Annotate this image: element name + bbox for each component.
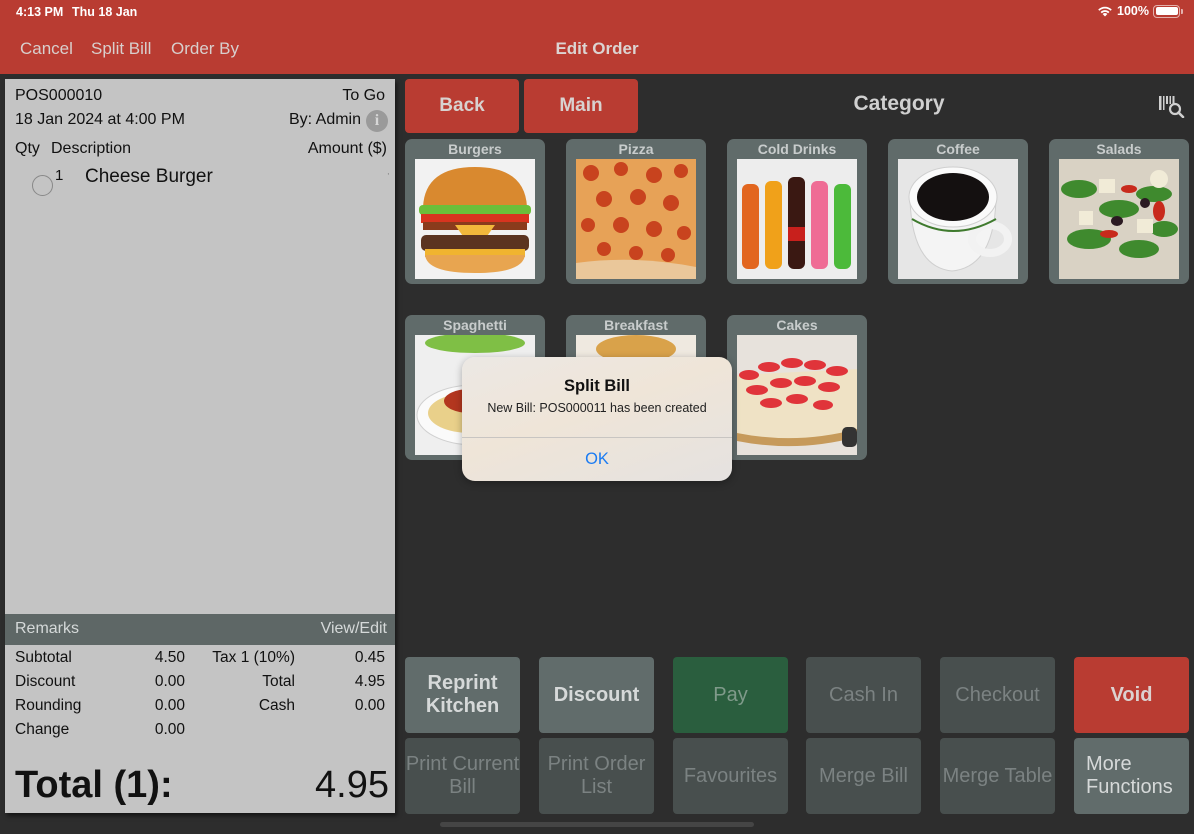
description-header: Description (51, 140, 132, 157)
checkout-button[interactable]: Checkout (940, 657, 1055, 733)
amount-header: Amount ($) (307, 140, 387, 157)
battery-icon (1153, 4, 1183, 18)
split-bill-alert: Split Bill New Bill: POS000011 has been … (462, 357, 732, 481)
subtotal-label: Subtotal (15, 649, 72, 666)
category-tile-pizza[interactable]: Pizza (566, 139, 706, 284)
main-button[interactable]: Main (524, 79, 638, 133)
category-label: Burgers (448, 141, 502, 157)
alert-title: Split Bill (564, 377, 630, 395)
reprint-kitchen-button[interactable]: Reprint Kitchen (405, 657, 520, 733)
status-indicators: 100% (1097, 4, 1183, 18)
rounding-label: Rounding (15, 697, 82, 714)
cash-value: 0.00 (354, 697, 385, 714)
discount-button[interactable]: Discount (539, 657, 654, 733)
rounding-value: 0.00 (154, 697, 185, 714)
grand-total-label: Total (1): (15, 764, 173, 806)
order-datetime: 18 Jan 2024 at 4:00 PM (15, 111, 185, 128)
category-tile-coffee[interactable]: Coffee (888, 139, 1028, 284)
category-label: Salads (1096, 141, 1142, 157)
total-value: 4.95 (354, 673, 385, 690)
alert-ok-button[interactable]: OK (462, 438, 732, 481)
category-label: Cakes (776, 317, 818, 333)
category-label: Spaghetti (443, 317, 507, 333)
category-tile-cakes[interactable]: Cakes (727, 315, 867, 460)
cash-label: Cash (258, 697, 295, 714)
status-date: Thu 18 Jan (72, 5, 138, 19)
salad-image (1059, 159, 1179, 279)
tax-value: 0.45 (354, 649, 385, 666)
category-heading: Category (853, 92, 945, 115)
change-label: Change (15, 721, 70, 738)
total-label: Total (262, 673, 295, 690)
cold-drinks-image (737, 159, 857, 279)
tax-label: Tax 1 (10%) (212, 649, 295, 666)
barcode-search-icon[interactable] (1158, 94, 1186, 118)
subtotal-value: 4.50 (154, 649, 185, 666)
qty-header: Qty (15, 140, 40, 157)
cash-in-button[interactable]: Cash In (806, 657, 921, 733)
status-time: 4:13 PM (16, 5, 64, 19)
merge-table-button[interactable]: Merge Table (940, 738, 1055, 814)
order-type: To Go (342, 87, 385, 104)
favourites-button[interactable]: Favourites (673, 738, 788, 814)
print-order-list-button[interactable]: Print Order List (539, 738, 654, 814)
remarks-bar[interactable]: Remarks View/Edit (5, 614, 395, 645)
pizza-image (576, 159, 696, 279)
order-number: POS000010 (15, 87, 103, 104)
order-by: By: Admin (288, 111, 361, 128)
category-label: Breakfast (604, 317, 668, 333)
item-description: Cheese Burger (85, 166, 213, 187)
discount-label: Discount (15, 673, 76, 690)
item-select-radio[interactable] (32, 175, 53, 196)
remarks-label: Remarks (15, 620, 80, 637)
battery-percent: 100% (1117, 4, 1149, 18)
order-by-button[interactable]: Order By (171, 39, 239, 59)
back-button[interactable]: Back (405, 79, 519, 133)
more-functions-button[interactable]: More Functions (1074, 738, 1189, 814)
item-amount: ' (387, 172, 389, 181)
remarks-view-edit-button[interactable]: View/Edit (321, 620, 387, 638)
burger-image (415, 159, 535, 279)
alert-message: New Bill: POS000011 has been created (487, 401, 707, 415)
top-bar: 4:13 PM Thu 18 Jan 100% Cancel Split Bil… (0, 0, 1194, 74)
change-value: 0.00 (154, 721, 185, 738)
category-label: Cold Drinks (757, 141, 837, 157)
category-tile-burgers[interactable]: Burgers (405, 139, 545, 284)
category-label: Pizza (618, 141, 654, 157)
wifi-icon (1098, 6, 1112, 17)
home-indicator (440, 822, 754, 827)
discount-value: 0.00 (154, 673, 185, 690)
category-tile-salads[interactable]: Salads (1049, 139, 1189, 284)
category-label: Coffee (936, 141, 980, 157)
coffee-image (898, 159, 1018, 279)
print-current-bill-button[interactable]: Print Current Bill (405, 738, 520, 814)
pay-button[interactable]: Pay (673, 657, 788, 733)
category-tile-cold-drinks[interactable]: Cold Drinks (727, 139, 867, 284)
void-button[interactable]: Void (1074, 657, 1189, 733)
info-icon[interactable]: i (366, 110, 388, 132)
grand-total-value: 4.95 (315, 764, 389, 806)
order-receipt: POS000010 To Go 18 Jan 2024 at 4:00 PM B… (5, 79, 395, 813)
cancel-button[interactable]: Cancel (20, 39, 73, 59)
item-qty: 1 (55, 167, 64, 184)
split-bill-button[interactable]: Split Bill (91, 39, 151, 59)
cake-image (737, 335, 857, 455)
merge-bill-button[interactable]: Merge Bill (806, 738, 921, 814)
